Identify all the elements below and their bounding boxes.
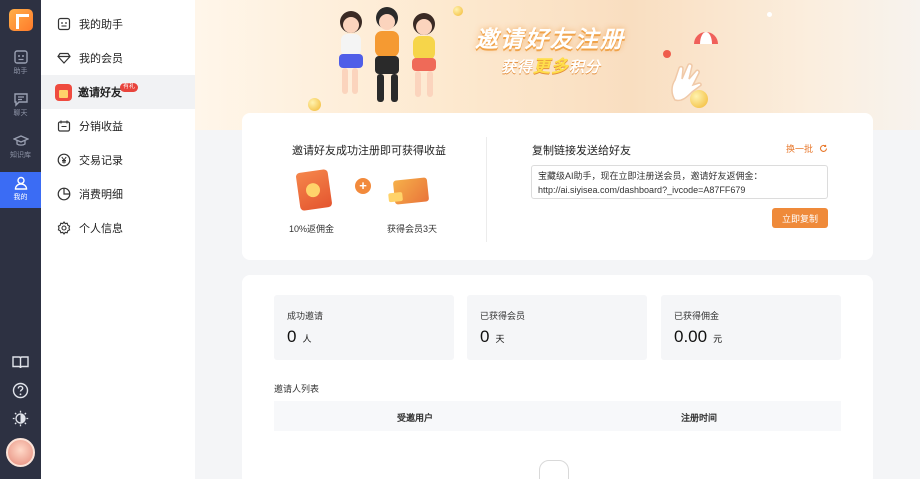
- menu-label: 分销收益: [79, 121, 123, 133]
- rail-item-mine[interactable]: 我的: [0, 172, 41, 208]
- left-rail: 助手 聊天 知识库 我的: [0, 0, 41, 479]
- invite-reward-title: 邀请好友成功注册即可获得收益: [292, 145, 446, 157]
- copy-link-title: 复制链接发送给好友: [532, 145, 631, 157]
- user-icon: [14, 176, 27, 190]
- banner-subtitle: 获得更多积分: [501, 52, 601, 77]
- stat-label: 成功邀请: [287, 311, 324, 321]
- rail-label-knowledge: 知识库: [10, 152, 31, 159]
- app-logo[interactable]: [9, 9, 33, 31]
- menu-item-my-membership[interactable]: 我的会员: [41, 41, 195, 75]
- stats-card: 成功邀请 0人 已获得会员 0天 已获得佣金 0.00 元 邀请人列表 受邀用户 …: [242, 275, 873, 479]
- help-icon[interactable]: [12, 382, 29, 399]
- menu-item-consumption[interactable]: 消费明细: [41, 177, 195, 211]
- stat-value-row: 0人: [287, 327, 311, 347]
- swap-label: 换一批: [786, 144, 814, 154]
- menu-label: 我的会员: [79, 53, 123, 65]
- column-register-time: 注册时间: [681, 413, 718, 423]
- rail-label-assistant: 助手: [13, 68, 28, 75]
- menu-label: 消费明细: [79, 189, 123, 201]
- gift-icon: [55, 83, 72, 101]
- pie-icon: [57, 187, 71, 201]
- menu-label: 个人信息: [79, 223, 123, 235]
- menu-label: 我的助手: [79, 19, 123, 31]
- stat-value-row: 0天: [480, 327, 504, 347]
- invite-banner: 邀请好友注册 获得更多积分: [195, 0, 920, 130]
- main-content: 邀请好友注册 获得更多积分 邀请好友成功注册即可获得收益 + 10%返佣金 获得…: [195, 0, 920, 479]
- rail-label-chat: 聊天: [13, 110, 28, 117]
- stat-commission: 已获得佣金 0.00 元: [661, 295, 841, 360]
- invite-link-url: http://ai.siyisea.com/dashboard?_ivcode=…: [538, 185, 746, 195]
- umbrella-illustration: [694, 32, 718, 44]
- stat-value-row: 0.00 元: [674, 327, 722, 347]
- stat-label: 已获得佣金: [674, 311, 720, 321]
- stat-unit: 人: [302, 334, 312, 344]
- wallet-icon: [57, 120, 71, 132]
- plus-icon: +: [355, 178, 371, 194]
- banner-title: 邀请好友注册: [475, 26, 625, 52]
- diamond-icon: [57, 52, 71, 64]
- rail-item-assistant[interactable]: 助手: [0, 46, 41, 82]
- divider: [486, 137, 487, 242]
- gear-icon: [57, 221, 71, 235]
- invite-table-header: 受邀用户 注册时间: [274, 401, 841, 431]
- swap-button[interactable]: 换一批: [786, 142, 828, 155]
- stat-value: 0: [287, 327, 297, 346]
- menu-item-profile[interactable]: 个人信息: [41, 211, 195, 245]
- hand-illustration: [671, 63, 702, 102]
- coin-decoration: [453, 6, 463, 16]
- menu-item-my-assistant[interactable]: 我的助手: [41, 7, 195, 41]
- stat-invited: 成功邀请 0人: [274, 295, 454, 360]
- chat-icon: [13, 93, 28, 107]
- empty-state-icon: [539, 460, 569, 479]
- assistant-icon: [57, 17, 71, 31]
- column-invited-user: 受邀用户: [397, 413, 434, 423]
- yen-icon: [57, 153, 71, 167]
- gift-badge: 有礼: [120, 83, 139, 92]
- reward-membership: 获得会员3天: [387, 224, 438, 234]
- menu-item-distribution-income[interactable]: 分销收益: [41, 109, 195, 143]
- stat-membership-days: 已获得会员 0天: [467, 295, 647, 360]
- invite-link-text: 宝藏级AI助手，现在立即注册送会员，邀请好友返佣金：: [538, 171, 763, 181]
- red-envelope-icon: [295, 168, 333, 212]
- reward-commission: 10%返佣金: [289, 224, 335, 234]
- copy-button[interactable]: 立即复制: [772, 208, 828, 228]
- refresh-icon: [819, 144, 828, 152]
- knowledge-icon: [12, 135, 29, 146]
- stat-unit: 元: [713, 334, 723, 344]
- sparkle-decoration: [767, 12, 772, 17]
- stat-unit: 天: [495, 334, 505, 344]
- membership-card-icon: [392, 177, 430, 205]
- banner-sub-highlight: 更多: [533, 57, 570, 76]
- invite-link-box[interactable]: 宝藏级AI助手，现在立即注册送会员，邀请好友返佣金： http://ai.siy…: [531, 165, 828, 199]
- rail-item-knowledge[interactable]: 知识库: [0, 130, 41, 166]
- theme-toggle-icon[interactable]: [12, 410, 29, 427]
- menu-label: 交易记录: [79, 155, 123, 167]
- side-menu: 我的助手 我的会员 邀请好友 有礼 分销收益 交易记录 消费明细 个人信息: [41, 0, 195, 479]
- avatar[interactable]: [6, 438, 35, 467]
- menu-item-invite-friends[interactable]: 邀请好友 有礼: [41, 75, 195, 109]
- rail-item-chat[interactable]: 聊天: [0, 88, 41, 124]
- banner-sub-pre: 获得: [501, 59, 534, 76]
- book-icon[interactable]: [12, 355, 29, 370]
- banner-sub-post: 积分: [569, 59, 602, 76]
- menu-label: 邀请好友: [78, 87, 122, 99]
- invite-card: 邀请好友成功注册即可获得收益 + 10%返佣金 获得会员3天 复制链接发送给好友…: [242, 113, 873, 260]
- assistant-icon: [13, 50, 28, 64]
- menu-item-transactions[interactable]: 交易记录: [41, 143, 195, 177]
- invite-list-label: 邀请人列表: [274, 384, 320, 394]
- stat-value: 0: [480, 327, 490, 346]
- characters-illustration: [339, 7, 436, 102]
- stat-label: 已获得会员: [480, 311, 526, 321]
- rail-label-mine: 我的: [13, 194, 28, 201]
- coin-decoration: [308, 98, 321, 111]
- stat-value: 0.00: [674, 327, 708, 346]
